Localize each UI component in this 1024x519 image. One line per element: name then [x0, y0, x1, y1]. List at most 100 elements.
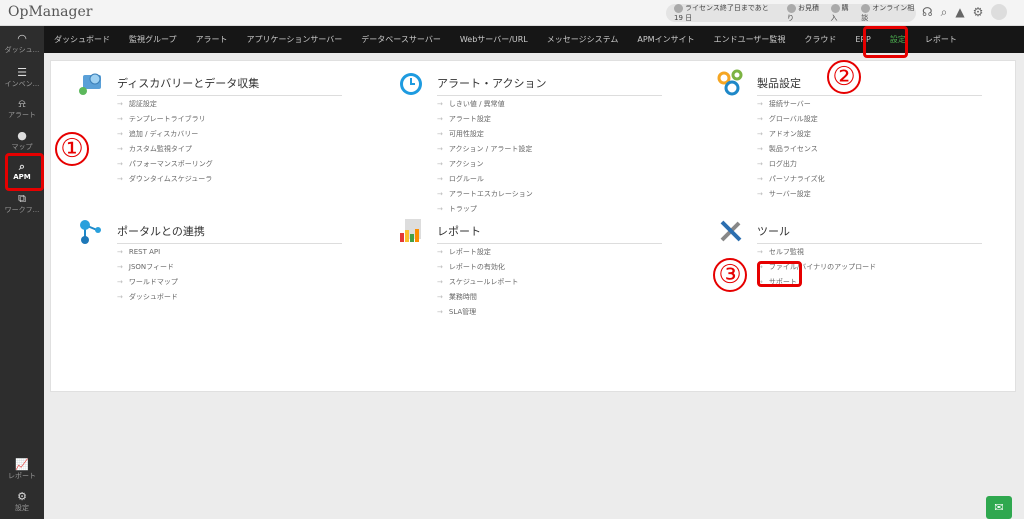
annotation-1: ① [55, 132, 89, 166]
license-link[interactable]: ライセンス終了日まであと 19 日 [674, 3, 779, 23]
alarm-icon: ⍾ [18, 97, 26, 110]
chat-icon [861, 3, 871, 13]
sidebar-label: ワークフ... [4, 206, 40, 214]
tab-messaging[interactable]: メッセージシステム [547, 34, 619, 45]
top-header: OpManager ライセンス終了日まであと 19 日 お見積り 購入 オンライ… [0, 0, 1024, 26]
tab-cloud[interactable]: クラウド [804, 34, 836, 45]
link-dashboard[interactable]: ダッシュボード [117, 290, 178, 305]
settings-tab-highlight-box [863, 26, 908, 58]
quote-link[interactable]: お見積り [786, 3, 823, 23]
gears-icon [717, 69, 743, 96]
report-icon: 📈 [15, 458, 29, 471]
link-traps[interactable]: トラップ [437, 202, 533, 217]
link-actions[interactable]: アクション [437, 157, 533, 172]
sidebar-label: インベン... [4, 80, 40, 88]
section-title: ポータルとの連携 [117, 223, 342, 244]
alarm-clock-icon [400, 73, 422, 95]
tab-dashboard[interactable]: ダッシュボード [54, 34, 110, 45]
license-text: ライセンス終了日まであと 19 日 [674, 4, 769, 22]
section-title: アラート・アクション [437, 75, 662, 96]
link-enable-reports[interactable]: レポートの有効化 [437, 260, 518, 275]
sidebar-label: レポート [8, 472, 36, 480]
link-report-settings[interactable]: レポート設定 [437, 245, 518, 260]
tab-alarms[interactable]: アラート [196, 34, 228, 45]
link-self-monitoring[interactable]: セルフ監視 [757, 245, 876, 260]
link-custom-monitor[interactable]: カスタム監視タイプ [117, 142, 213, 157]
headset-icon[interactable]: ☊ [922, 5, 933, 20]
app-title: OpManager [8, 4, 93, 20]
sidebar-item-dashboard[interactable]: ◠ ダッシュ... [0, 32, 44, 55]
link-credentials[interactable]: 認証設定 [117, 97, 213, 112]
tab-app-servers[interactable]: アプリケーションサーバー [247, 34, 343, 45]
gear-icon: ⚙ [17, 490, 27, 503]
avatar[interactable] [991, 4, 1008, 20]
share-nodes-icon [80, 220, 101, 244]
link-availability[interactable]: 可用性設定 [437, 127, 533, 142]
tab-db-servers[interactable]: データベースサーバー [361, 34, 441, 45]
link-sla[interactable]: SLA管理 [437, 305, 518, 320]
sidebar-item-workflow[interactable]: ⧉ ワークフ... [0, 192, 44, 215]
link-add-discovery[interactable]: 追加 / ディスカバリー [117, 127, 213, 142]
bell-icon[interactable]: ▲ [955, 5, 964, 20]
buy-link[interactable]: 購入 [830, 3, 854, 23]
tab-end-user[interactable]: エンドユーザー監視 [714, 34, 786, 45]
link-world-map[interactable]: ワールドマップ [117, 275, 178, 290]
tab-web-servers[interactable]: Webサーバー/URL [460, 34, 528, 45]
inventory-icon: ☰ [17, 66, 27, 79]
section-title: ツール [757, 223, 982, 244]
dollar-icon [786, 3, 796, 13]
sidebar-label: ダッシュ... [4, 46, 40, 54]
sidebar-label: マップ [11, 143, 33, 151]
link-action-alarm[interactable]: アクション / アラート設定 [437, 142, 533, 157]
link-escalation[interactable]: アラートエスカレーション [437, 187, 533, 202]
gear-icon[interactable]: ⚙ [973, 5, 984, 20]
chat-icon: ✉ [994, 501, 1004, 514]
tab-apm-insight[interactable]: APMインサイト [637, 34, 694, 45]
section-title: 製品設定 [757, 75, 982, 96]
apm-highlight-box [5, 153, 44, 191]
tools-icon [720, 220, 742, 242]
link-server-settings[interactable]: サーバー設定 [757, 187, 825, 202]
link-log-output[interactable]: ログ出力 [757, 157, 825, 172]
consult-link[interactable]: オンライン相談 [861, 3, 916, 23]
link-rest-api[interactable]: REST API [117, 245, 178, 260]
settings-panel: ディスカバリーとデータ収集 認証設定テンプレートライブラリ追加 / ディスカバリ… [50, 60, 1016, 392]
link-business-hours[interactable]: 業務時間 [437, 290, 518, 305]
link-scheduled-reports[interactable]: スケジュールレポート [437, 275, 519, 290]
cart-icon [830, 3, 840, 13]
link-alarm-settings[interactable]: アラート設定 [437, 112, 533, 127]
sidebar-item-map[interactable]: ● マップ [0, 129, 44, 152]
link-connected-servers[interactable]: 接続サーバー [757, 97, 825, 112]
link-addon-settings[interactable]: アドオン設定 [757, 127, 825, 142]
link-global-settings[interactable]: グローバル設定 [757, 112, 825, 127]
sidebar-item-alarms[interactable]: ⍾ アラート [0, 97, 44, 120]
sidebar-item-reports[interactable]: 📈 レポート [0, 458, 44, 481]
tab-reports[interactable]: レポート [925, 34, 957, 45]
section-title: ディスカバリーとデータ収集 [117, 75, 342, 96]
report-chart-icon [400, 219, 421, 242]
sidebar-item-settings[interactable]: ⚙ 設定 [0, 490, 44, 513]
sidebar-label: アラート [8, 111, 36, 119]
license-bar: ライセンス終了日まであと 19 日 お見積り 購入 オンライン相談 [666, 3, 916, 23]
link-thresholds[interactable]: しきい値 / 異常値 [437, 97, 533, 112]
link-license[interactable]: 製品ライセンス [757, 142, 825, 157]
dashboard-icon: ◠ [17, 32, 27, 45]
link-personalize[interactable]: パーソナライズ化 [757, 172, 825, 187]
chat-button[interactable]: ✉ [986, 496, 1012, 519]
link-downtime-scheduler[interactable]: ダウンタイムスケジューラ [117, 172, 213, 187]
section-title: レポート [437, 223, 662, 244]
tab-monitor-groups[interactable]: 監視グループ [129, 34, 177, 45]
link-template-library[interactable]: テンプレートライブラリ [117, 112, 213, 127]
license-icon [674, 3, 683, 13]
annotation-3: ③ [713, 258, 747, 292]
sidebar-label: 設定 [15, 504, 29, 512]
annotation-2: ② [827, 60, 861, 94]
link-json-feed[interactable]: JSONフィード [117, 260, 178, 275]
search-icon[interactable]: ⌕ [941, 5, 948, 20]
sidebar: ◠ ダッシュ... ☰ インベン... ⍾ アラート ● マップ ⌕ APM ⧉ ワークフ.… [0, 26, 44, 519]
link-performance-polling[interactable]: パフォーマンスポーリング [117, 157, 213, 172]
workflow-icon: ⧉ [18, 192, 26, 205]
sidebar-item-inventory[interactable]: ☰ インベン... [0, 66, 44, 89]
link-log-rules[interactable]: ログルール [437, 172, 533, 187]
support-highlight-box [757, 261, 802, 287]
